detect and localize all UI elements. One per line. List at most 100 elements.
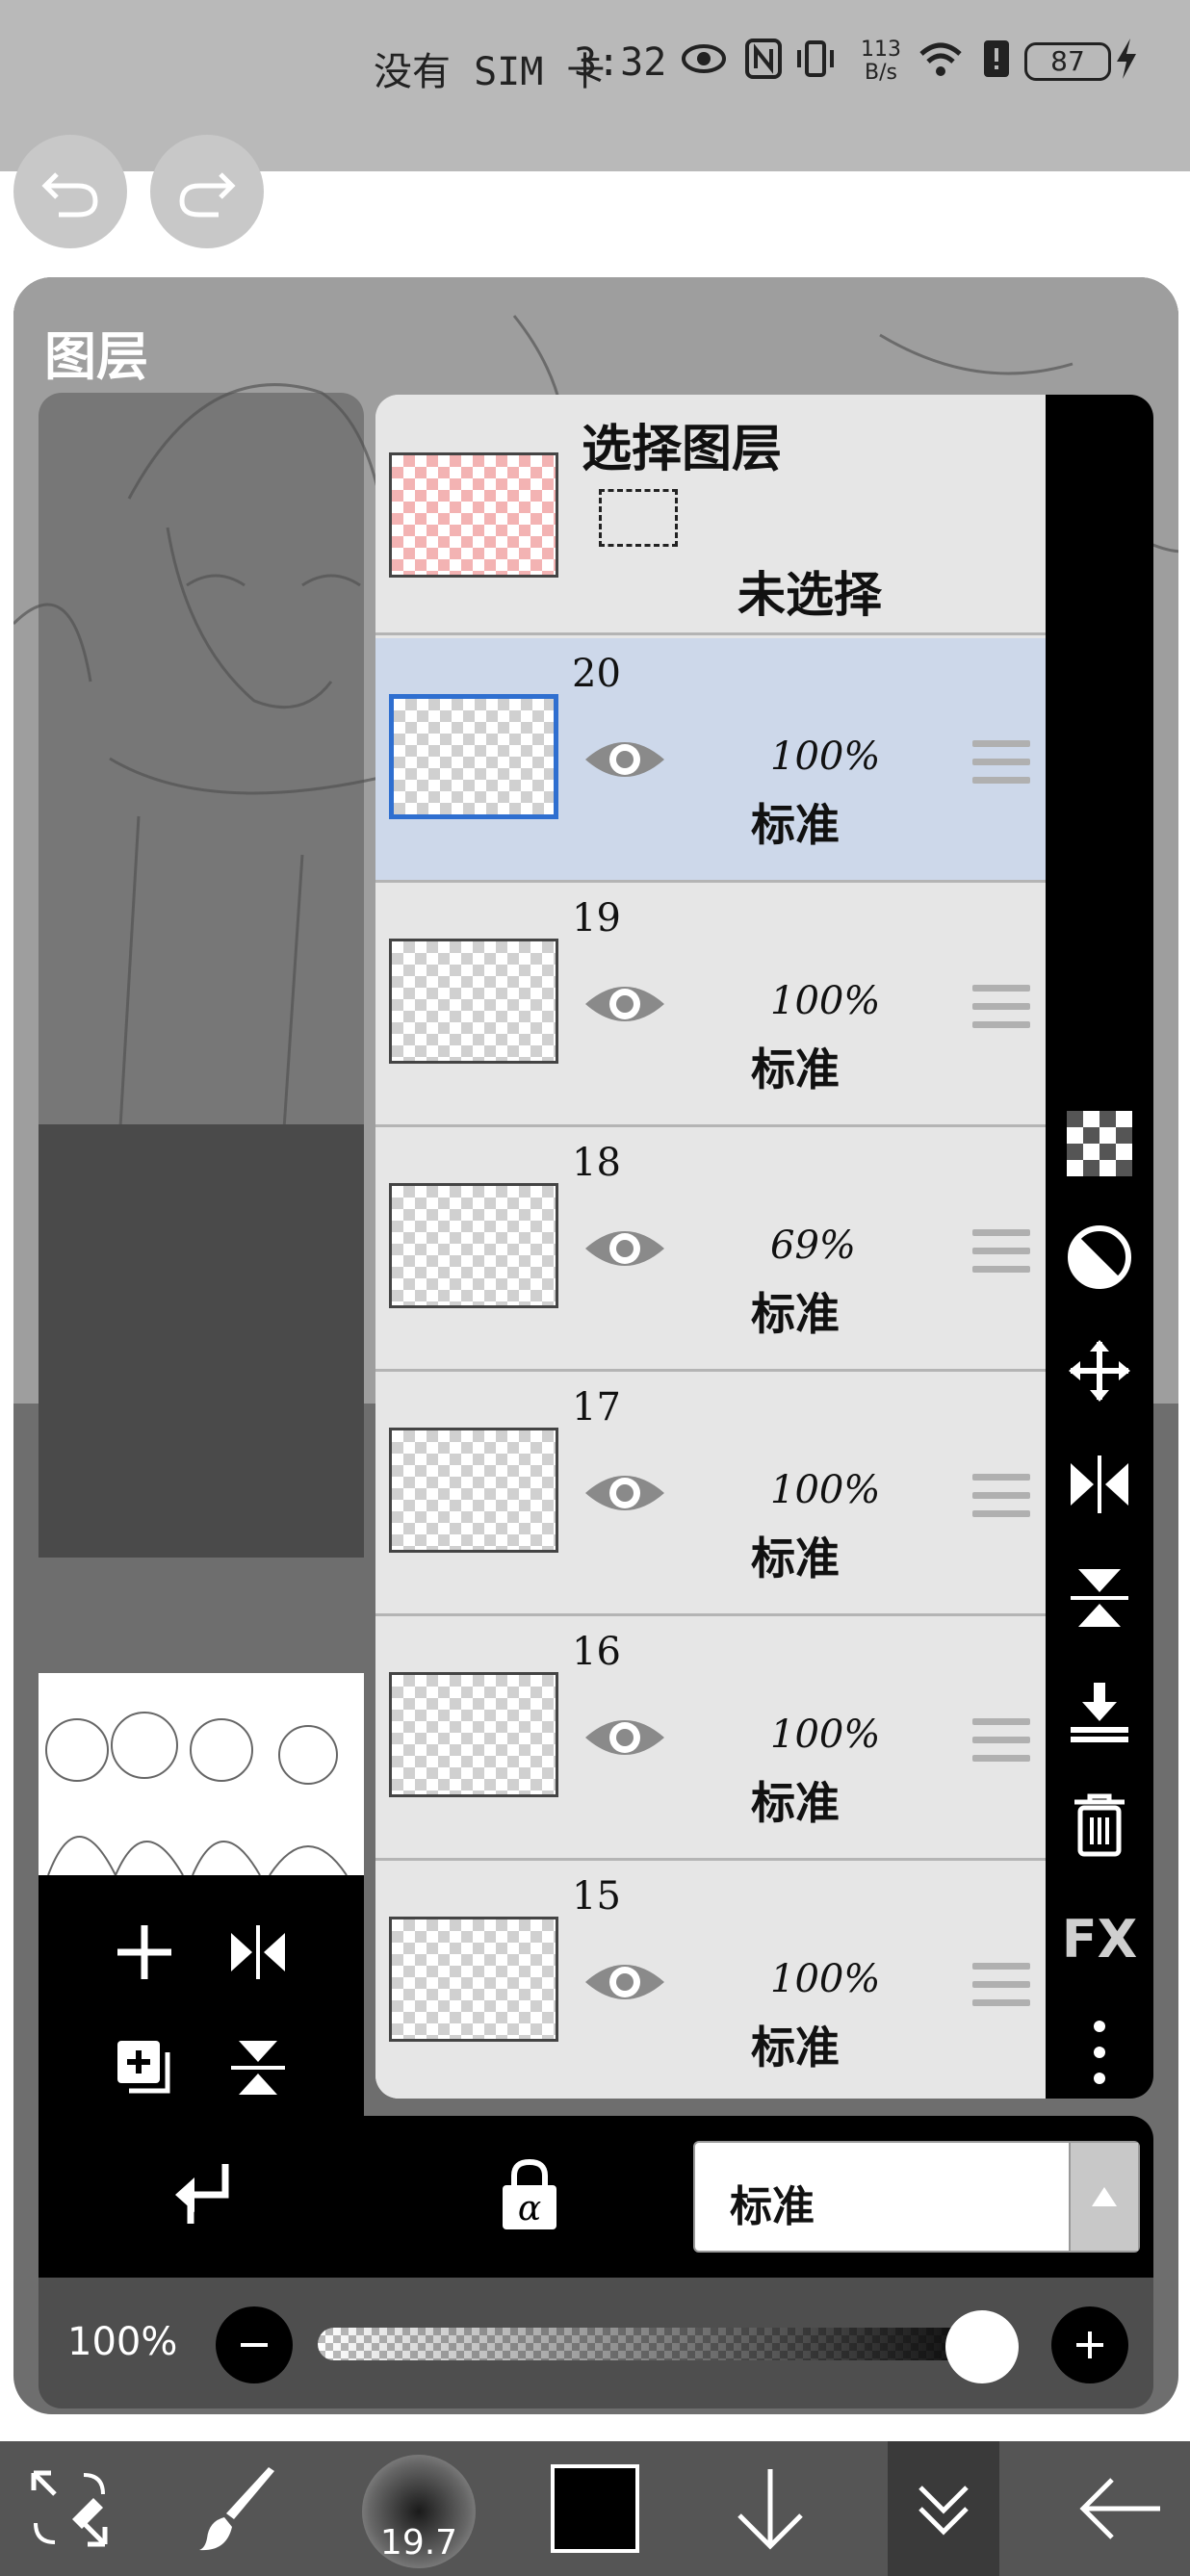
eye-comfort-icon	[682, 44, 726, 73]
brush-icon	[199, 2467, 274, 2551]
layer-thumbnail	[389, 1917, 558, 2042]
visibility-eye-icon[interactable]	[582, 1464, 668, 1522]
layer-row[interactable]: 18 69% 标准	[375, 1127, 1046, 1372]
drag-handle-icon[interactable]	[972, 1963, 1030, 2011]
layer-row[interactable]: 19 100% 标准	[375, 883, 1046, 1127]
trash-icon	[1074, 1793, 1125, 1857]
battery-level: 87	[1050, 45, 1085, 77]
color-picker-button[interactable]	[551, 2464, 639, 2553]
layer-row[interactable]: 20 100% 标准	[375, 638, 1046, 883]
redo-button[interactable]	[150, 135, 264, 248]
drag-handle-icon[interactable]	[972, 740, 1030, 788]
flip-vertical-button[interactable]	[220, 2029, 297, 2106]
layer-thumbnail	[389, 1183, 558, 1308]
layer-opacity: 100%	[770, 734, 881, 779]
blend-mode-bar: α 标准	[39, 2116, 1153, 2278]
nfc-icon	[745, 39, 782, 79]
merge-down-icon	[1071, 1683, 1128, 1742]
layer-opacity: 100%	[770, 1957, 881, 2001]
carrier-text: 没有 SIM 卡	[374, 50, 606, 94]
visibility-eye-icon[interactable]	[582, 1953, 668, 2011]
plus-icon	[1076, 2331, 1103, 2358]
fx-filter-button[interactable]: FX	[1062, 1902, 1138, 1975]
visibility-eye-icon[interactable]	[582, 975, 668, 1033]
opacity-slider-fill	[318, 2328, 1011, 2360]
opacity-decrease-button[interactable]	[216, 2306, 293, 2383]
undo-button[interactable]	[13, 135, 127, 248]
add-layer-button[interactable]	[106, 1914, 183, 1991]
plus-icon	[117, 1925, 171, 1979]
flip-horizontal-button[interactable]	[220, 1914, 297, 1991]
vibrate-icon	[797, 40, 834, 77]
layer-blend-mode: 标准	[751, 1777, 840, 1829]
layer-opacity-bar: 100%	[39, 2278, 1153, 2409]
layer-list: 选择图层 未选择 20 100% 标准 19 100% 标准 18 69% 标准	[375, 395, 1046, 2099]
duplicate-icon	[117, 2041, 170, 2094]
layer-panel: 图层 选择图层 未选择 20 100% 标准 19 100% 标准 18 69%…	[13, 277, 1178, 2414]
net-speed-unit: B/s	[865, 61, 897, 85]
opacity-slider[interactable]	[318, 2328, 1011, 2360]
arrow-down-icon	[737, 2469, 803, 2550]
transparency-checker-button[interactable]	[1063, 1107, 1136, 1180]
clock: 3:32	[574, 40, 667, 85]
preview-empty-area	[39, 1124, 364, 1558]
drag-handle-icon[interactable]	[972, 985, 1030, 1033]
opacity-increase-button[interactable]	[1051, 2306, 1128, 2383]
brush-tool-button[interactable]	[193, 2453, 285, 2564]
visibility-eye-icon[interactable]	[582, 1709, 668, 1766]
back-button[interactable]	[1074, 2453, 1167, 2564]
drag-handle-icon[interactable]	[972, 1718, 1030, 1766]
double-chevron-down-icon	[918, 2486, 969, 2536]
layer-blend-mode: 标准	[751, 2022, 840, 2074]
flip-layer-vertical-button[interactable]	[1063, 1561, 1136, 1635]
merge-down-button[interactable]	[1063, 1675, 1136, 1748]
contrast-circle-icon	[1068, 1225, 1131, 1289]
selection-layer-title: 选择图层	[582, 421, 783, 478]
canvas-thumbnail[interactable]	[39, 1673, 364, 1875]
layers-panel-toggle[interactable]	[888, 2441, 999, 2576]
blend-mode-select[interactable]: 标准	[693, 2141, 1140, 2253]
layer-row[interactable]: 15 100% 标准	[375, 1861, 1046, 2099]
alpha-lock-button[interactable]: α	[491, 2154, 568, 2235]
flip-layer-horizontal-button[interactable]	[1063, 1448, 1136, 1521]
layer-thumbnail	[389, 1428, 558, 1553]
drag-handle-icon[interactable]	[972, 1229, 1030, 1277]
opacity-slider-knob[interactable]	[945, 2310, 1019, 2383]
flip-vertical-icon	[231, 2041, 285, 2095]
move-layer-button[interactable]	[1063, 1334, 1136, 1407]
more-vertical-icon	[1094, 2021, 1105, 2084]
layer-opacity: 100%	[770, 1713, 881, 1757]
flip-horizontal-icon	[1071, 1455, 1128, 1513]
minus-icon	[241, 2343, 268, 2347]
transform-arrows-icon	[31, 2470, 108, 2547]
selection-marquee-icon	[599, 489, 678, 547]
fill-mask-button[interactable]	[1063, 1221, 1136, 1294]
dropdown-arrow-icon	[1069, 2143, 1138, 2251]
drag-handle-icon[interactable]	[972, 1474, 1030, 1522]
delete-layer-button[interactable]	[1063, 1789, 1136, 1862]
layer-name: 16	[572, 1630, 621, 1674]
selection-state: 未选择	[737, 567, 882, 623]
more-options-button[interactable]	[1063, 2016, 1136, 2089]
layer-blend-mode: 标准	[751, 1043, 840, 1095]
flip-horizontal-icon	[231, 1925, 285, 1979]
transform-tool-button[interactable]	[23, 2453, 116, 2564]
layer-row[interactable]: 17 100% 标准	[375, 1372, 1046, 1616]
blend-mode-value: 标准	[730, 2182, 815, 2231]
alert-icon	[984, 40, 1009, 77]
layer-down-button[interactable]	[724, 2453, 816, 2564]
layer-thumbnail	[389, 1672, 558, 1797]
brush-size-value: 19.7	[379, 2523, 458, 2563]
visibility-eye-icon[interactable]	[582, 731, 668, 788]
layer-row[interactable]: 16 100% 标准	[375, 1616, 1046, 1861]
flip-vertical-icon	[1071, 1569, 1128, 1627]
panel-title: 图层	[44, 326, 148, 387]
checkerboard-icon	[1067, 1111, 1132, 1176]
clipping-button[interactable]	[164, 2156, 241, 2233]
layer-opacity: 69%	[770, 1224, 856, 1268]
duplicate-layer-button[interactable]	[106, 2029, 183, 2106]
selection-layer-row[interactable]: 选择图层 未选择	[375, 395, 1046, 635]
net-speed-value: 113	[861, 38, 901, 62]
visibility-eye-icon[interactable]	[582, 1220, 668, 1277]
brush-size-button[interactable]: 19.7	[362, 2455, 476, 2568]
